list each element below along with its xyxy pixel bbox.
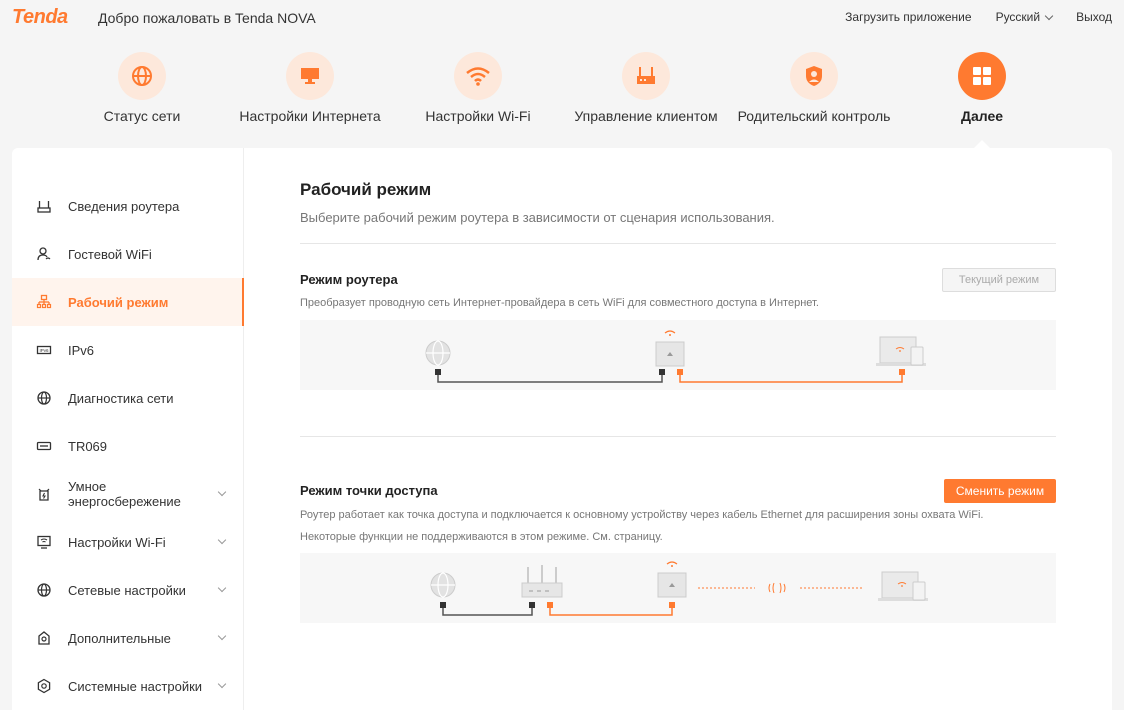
main-nav: Статус сети Настройки Интернета Настройк… — [90, 52, 1030, 132]
nav-label: Настройки Интернета — [239, 108, 381, 124]
chevron-down-icon — [217, 631, 227, 641]
sidebar-item-label: IPv6 — [68, 342, 95, 358]
ap-mode-description: Роутер работает как точка доступа и подк… — [300, 509, 984, 521]
top-links: Загрузить приложение Русский Выход — [845, 10, 1112, 24]
switch-mode-button[interactable]: Сменить режим — [944, 479, 1056, 503]
laptop-icon — [878, 571, 928, 601]
router-mode-diagram — [300, 320, 1056, 390]
ap-mode-title: Режим точки доступа — [300, 483, 438, 498]
sidebar-item-router-info[interactable]: Сведения роутера — [12, 182, 243, 230]
nav-label: Настройки Wi-Fi — [425, 108, 531, 124]
router-mode-description: Преобразует проводную сеть Интернет-пров… — [300, 297, 819, 309]
sidebar-item-ipv6[interactable]: IPv6 IPv6 — [12, 326, 243, 374]
nav-label: Статус сети — [103, 108, 181, 124]
router-info-icon — [36, 198, 52, 214]
chevron-down-icon — [217, 487, 227, 497]
parent-icon — [790, 52, 838, 100]
ap-mode-diagram — [300, 553, 1056, 623]
guest-icon — [36, 246, 52, 262]
logout-link[interactable]: Выход — [1076, 10, 1112, 24]
sidebar-item-wifi-settings[interactable]: Настройки Wi-Fi — [12, 518, 243, 566]
router-mode-section: Режим роутера Текущий режим Преобразует … — [300, 268, 1056, 448]
language-label: Русский — [995, 10, 1041, 24]
tr069-icon — [36, 438, 52, 454]
chevron-down-icon — [217, 583, 227, 593]
nav-label: Далее — [960, 108, 1004, 124]
sidebar-item-work-mode[interactable]: Рабочий режим — [12, 278, 244, 326]
wifi-icon — [454, 52, 502, 100]
sidebar-item-tr069[interactable]: TR069 — [12, 422, 243, 470]
globe-icon — [36, 390, 52, 406]
top-bar: Tenda Добро пожаловать в Tenda NOVA Загр… — [0, 0, 1124, 36]
sidebar-item-label: Дополнительные — [68, 630, 171, 646]
nav-parental-control[interactable]: Родительский контроль — [736, 52, 892, 124]
sidebar-item-label: Настройки Wi-Fi — [68, 534, 166, 550]
ipv6-icon: IPv6 — [36, 342, 52, 358]
nav-network-status[interactable]: Статус сети — [98, 52, 186, 124]
download-app-link[interactable]: Загрузить приложение — [845, 10, 971, 24]
network-mode-icon — [36, 294, 52, 310]
divider — [300, 243, 1056, 244]
ap-mode-section: Режим точки доступа Сменить режим Роутер… — [300, 479, 1056, 630]
main-router-icon — [521, 565, 563, 598]
page-title: Рабочий режим — [300, 180, 432, 199]
sidebar-item-label: Диагностика сети — [68, 390, 174, 406]
ap-device-icon — [657, 561, 687, 598]
page-subtitle: Выберите рабочий режим роутера в зависим… — [300, 210, 775, 225]
nav-wifi-settings[interactable]: Настройки Wi-Fi — [424, 52, 532, 124]
nav-client-management[interactable]: Управление клиентом — [574, 52, 718, 124]
sidebar-item-label: Сетевые настройки — [68, 582, 186, 598]
sidebar-item-energy-saving[interactable]: Умное энергосбережение — [12, 470, 243, 518]
globe-icon — [430, 572, 456, 598]
grid-icon — [958, 52, 1006, 100]
globe-icon — [425, 340, 451, 366]
system-icon — [36, 678, 52, 694]
sidebar-item-advanced[interactable]: Дополнительные — [12, 614, 243, 662]
sidebar-item-guest-wifi[interactable]: Гостевой WiFi — [12, 230, 243, 278]
svg-text:IPv6: IPv6 — [39, 348, 49, 353]
router-icon — [622, 52, 670, 100]
welcome-text: Добро пожаловать в Tenda NOVA — [98, 10, 316, 26]
globe-icon — [118, 52, 166, 100]
ap-mode-note: Некоторые функции не поддерживаются в эт… — [300, 531, 663, 543]
content-card: Сведения роутера Гостевой WiFi Рабочий р… — [12, 148, 1112, 710]
tenda-logo[interactable]: Tenda — [12, 6, 68, 29]
monitor-icon — [286, 52, 334, 100]
sidebar-item-label: Системные настройки — [68, 678, 203, 694]
laptop-icon — [876, 336, 926, 366]
router-device-icon — [655, 330, 685, 367]
energy-icon — [36, 486, 52, 502]
nav-label: Родительский контроль — [737, 108, 891, 124]
sidebar-item-label: Рабочий режим — [68, 294, 169, 310]
language-selector[interactable]: Русский — [995, 10, 1054, 24]
advanced-icon — [36, 630, 52, 646]
nav-label: Управление клиентом — [574, 108, 718, 124]
sidebar-item-label: Сведения роутера — [68, 198, 180, 214]
wifi-settings-icon — [36, 534, 52, 550]
main-content: Рабочий режим Выберите рабочий режим роу… — [300, 180, 1056, 623]
nav-more[interactable]: Далее — [948, 52, 1016, 124]
chevron-down-icon — [217, 535, 227, 545]
router-mode-title: Режим роутера — [300, 272, 398, 287]
sidebar-item-network-settings[interactable]: Сетевые настройки — [12, 566, 243, 614]
sidebar-item-label: Гостевой WiFi — [68, 246, 152, 262]
sidebar-item-diagnostics[interactable]: Диагностика сети — [12, 374, 243, 422]
nav-internet-settings[interactable]: Настройки Интернета — [238, 52, 382, 124]
wireless-signal-icon — [768, 582, 786, 594]
sidebar-item-label: Умное энергосбережение — [68, 479, 181, 509]
chevron-down-icon — [217, 679, 227, 689]
chevron-down-icon — [1044, 11, 1054, 20]
current-mode-button: Текущий режим — [942, 268, 1056, 292]
sidebar-item-system-settings[interactable]: Системные настройки — [12, 662, 243, 710]
sidebar: Сведения роутера Гостевой WiFi Рабочий р… — [12, 148, 244, 710]
sidebar-item-label: TR069 — [68, 438, 108, 454]
divider — [300, 436, 1056, 437]
globe-icon — [36, 582, 52, 598]
